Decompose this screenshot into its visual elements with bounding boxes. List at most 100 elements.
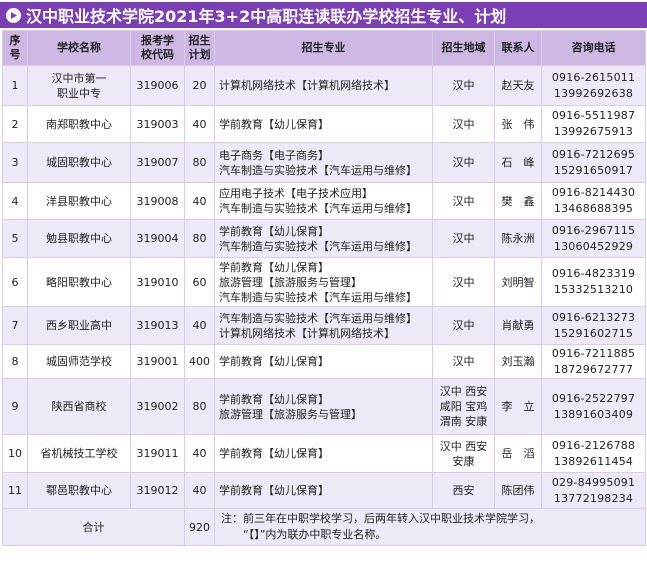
enrollment-plan: 40 — [184, 472, 215, 509]
header-region: 招生地域 — [432, 30, 495, 66]
school-name: 汉中市第一 职业中专 — [27, 65, 131, 106]
region: 汉中 — [432, 219, 495, 258]
school-name: 省机械技工学校 — [27, 434, 131, 473]
footer-total: 920 — [184, 508, 215, 546]
table-row: 5 勉县职教中心 319004 80 学前教育【幼儿保育】 汽车制造与实验技术【汽车运用与… — [2, 219, 646, 258]
contact-person: 刘明智 — [494, 257, 542, 307]
header-plan: 招生 计划 — [184, 30, 215, 66]
enrollment-plan: 400 — [184, 344, 215, 379]
table-row: 6 略阳职教中心 319010 60 学前教育【幼儿保育】 旅游管理【旅游服务与管理】 汽车… — [2, 257, 646, 307]
majors: 学前教育【幼儿保育】 汽车制造与实验技术【汽车运用与维修】 — [214, 219, 433, 258]
row-no: 1 — [2, 65, 28, 106]
table-row: 10 省机械技工学校 319011 40 学前教育【幼儿保育】 汉中 西安 安康岳 滔 091… — [2, 434, 646, 473]
majors: 学前教育【幼儿保育】 旅游管理【旅游服务与管理】 汽车制造与实验技术【汽车运用与维修… — [214, 257, 433, 307]
phone-numbers: 0916-6213273 15291602715 — [541, 306, 646, 345]
phone-numbers: 0916-5511987 13992675913 — [541, 105, 646, 143]
contact-person: 张 伟 — [494, 105, 542, 143]
enrollment-plan: 40 — [184, 105, 215, 143]
majors: 计算机网络技术【计算机网络技术】 — [214, 65, 433, 106]
enrollment-plan: 80 — [184, 219, 215, 258]
region: 汉中 — [432, 306, 495, 345]
enrollment-plan: 40 — [184, 182, 215, 220]
footer-note: 注：前三年在中职学校学习，后两年转入汉中职业技术学院学习， “【】”内为联办中职… — [214, 508, 646, 546]
school-code: 319002 — [130, 378, 185, 435]
header-school: 学校名称 — [27, 30, 131, 66]
school-name: 城固职教中心 — [27, 142, 131, 183]
contact-person: 刘玉瀚 — [494, 344, 542, 379]
table-row: 9 陕西省商校 319002 80 学前教育【幼儿保育】 旅游管理【旅游服务与管理】 汉中 … — [2, 378, 646, 435]
row-no: 8 — [2, 344, 28, 379]
school-code: 319006 — [130, 65, 185, 106]
enrollment-plan: 80 — [184, 378, 215, 435]
contact-person: 赵天友 — [494, 65, 542, 106]
school-name: 南郑职教中心 — [27, 105, 131, 143]
enrollment-table: 序号 学校名称 报考学 校代码 招生 计划 招生专业 招生地域 联系人 咨询电话 1… — [2, 30, 646, 546]
enrollment-plan: 40 — [184, 434, 215, 473]
school-code: 319007 — [130, 142, 185, 183]
title-bar: 汉中职业技术学院2021年3+2中高职连读联办学校招生专业、计划 — [0, 2, 647, 28]
contact-person: 樊 鑫 — [494, 182, 542, 220]
school-code: 319013 — [130, 306, 185, 345]
majors: 应用电子技术【电子技术应用】 汽车制造与实验技术【汽车运用与维修】 — [214, 182, 433, 220]
header-phone: 咨询电话 — [541, 30, 646, 66]
school-code: 319003 — [130, 105, 185, 143]
table-row: 2 南郑职教中心 319003 40 学前教育【幼儿保育】 汉中张 伟 0916-55119… — [2, 105, 646, 143]
region: 汉中 — [432, 105, 495, 143]
school-code: 319012 — [130, 472, 185, 509]
region: 汉中 西安 咸阳 宝鸡 渭南 安康 — [432, 378, 495, 435]
school-name: 西乡职业高中 — [27, 306, 131, 345]
page-title: 汉中职业技术学院2021年3+2中高职连读联办学校招生专业、计划 — [26, 7, 507, 26]
enrollment-plan: 60 — [184, 257, 215, 307]
majors: 学前教育【幼儿保育】 旅游管理【旅游服务与管理】 — [214, 378, 433, 435]
enrollment-plan: 40 — [184, 306, 215, 345]
enrollment-plan: 80 — [184, 142, 215, 183]
play-circle-icon — [6, 7, 21, 23]
header-row: 序号 学校名称 报考学 校代码 招生 计划 招生专业 招生地域 联系人 咨询电话 — [2, 30, 646, 66]
table-body: 1 汉中市第一 职业中专 319006 20 计算机网络技术【计算机网络技术】 汉中 赵天友 0… — [2, 65, 646, 509]
table-row: 4 洋县职教中心 319008 40 应用电子技术【电子技术应用】 汽车制造与实验技术【汽… — [2, 182, 646, 220]
phone-numbers: 0916-7211885 18729672777 — [541, 344, 646, 379]
school-code: 319010 — [130, 257, 185, 307]
table-row: 1 汉中市第一 职业中专 319006 20 计算机网络技术【计算机网络技术】 汉中 赵天友 0… — [2, 65, 646, 106]
table-row: 11 鄠邑职教中心 319012 40 学前教育【幼儿保育】 西安 陈团伟 029-84995… — [2, 472, 646, 509]
row-no: 10 — [2, 434, 28, 473]
school-code: 319011 — [130, 434, 185, 473]
table-row: 7 西乡职业高中 319013 40 汽车制造与实验技术【汽车运用与维修】 计算机网络技术… — [2, 306, 646, 345]
school-code: 319004 — [130, 219, 185, 258]
row-no: 3 — [2, 142, 28, 183]
majors: 电子商务【电子商务】 汽车制造与实验技术【汽车运用与维修】 — [214, 142, 433, 183]
header-code: 报考学 校代码 — [130, 30, 185, 66]
header-no: 序号 — [2, 30, 28, 66]
majors: 汽车制造与实验技术【汽车运用与维修】 计算机网络技术【计算机网络技术】 — [214, 306, 433, 345]
school-name: 城固师范学校 — [27, 344, 131, 379]
phone-numbers: 0916-2967115 13060452929 — [541, 219, 646, 258]
majors: 学前教育【幼儿保育】 — [214, 344, 433, 379]
contact-person: 石 峰 — [494, 142, 542, 183]
footer-row: 合计 920 注：前三年在中职学校学习，后两年转入汉中职业技术学院学习， “【】… — [2, 508, 646, 546]
header-major: 招生专业 — [214, 30, 433, 66]
phone-numbers: 0916-4823319 15332513210 — [541, 257, 646, 307]
contact-person: 李 立 — [494, 378, 542, 435]
contact-person: 陈团伟 — [494, 472, 542, 509]
school-code: 319001 — [130, 344, 185, 379]
row-no: 5 — [2, 219, 28, 258]
majors: 学前教育【幼儿保育】 — [214, 105, 433, 143]
region: 汉中 — [432, 182, 495, 220]
region: 汉中 — [432, 65, 495, 106]
phone-numbers: 0916-2615011 13992692638 — [541, 65, 646, 106]
row-no: 9 — [2, 378, 28, 435]
majors: 学前教育【幼儿保育】 — [214, 434, 433, 473]
region: 汉中 — [432, 344, 495, 379]
footer-label: 合计 — [2, 508, 185, 546]
majors: 学前教育【幼儿保育】 — [214, 472, 433, 509]
enrollment-plan: 20 — [184, 65, 215, 106]
phone-numbers: 0916-2522797 13891603409 — [541, 378, 646, 435]
phone-numbers: 0916-2126788 13892611454 — [541, 434, 646, 473]
row-no: 7 — [2, 306, 28, 345]
school-code: 319008 — [130, 182, 185, 220]
row-no: 2 — [2, 105, 28, 143]
table-row: 3 城固职教中心 319007 80 电子商务【电子商务】 汽车制造与实验技术【汽车运用与… — [2, 142, 646, 183]
school-name: 勉县职教中心 — [27, 219, 131, 258]
phone-numbers: 029-84995091 13772198234 — [541, 472, 646, 509]
region: 西安 — [432, 472, 495, 509]
